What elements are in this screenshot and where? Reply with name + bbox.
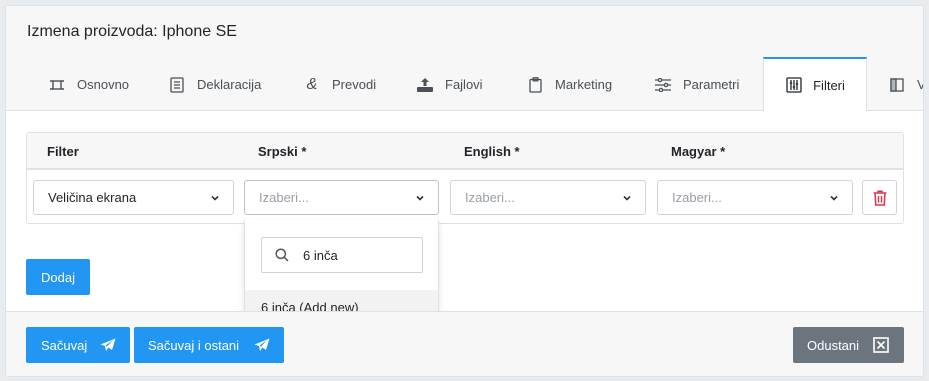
dropdown-search-value: 6 inča [303, 248, 338, 263]
save-button[interactable]: Sačuvaj [26, 327, 130, 363]
column-header-magyar: Magyar * [671, 144, 726, 159]
tab-label: Marketing [555, 77, 613, 92]
filter-select[interactable]: Veličina ekrana [33, 180, 234, 215]
delete-row-button[interactable] [862, 180, 897, 215]
srpski-select-placeholder: Izaberi... [259, 190, 309, 205]
tab-label: V [917, 77, 923, 92]
tab-v[interactable]: V [888, 58, 923, 111]
columns-icon [888, 76, 906, 94]
save-and-stay-button-label: Sačuvaj i ostani [148, 337, 240, 353]
english-select-placeholder: Izaberi... [465, 190, 515, 205]
tab-osnovno[interactable]: Osnovno [48, 58, 129, 111]
dropdown-search-input[interactable]: 6 inča [261, 237, 423, 273]
card-header: Izmena proizvoda: Iphone SE Osnovno Dekl… [6, 6, 923, 111]
add-button-label: Dodaj [41, 269, 75, 285]
column-header-filter: Filter [47, 144, 79, 159]
tab-bar: Osnovno Deklaracija & Prevodi Fajlovi Ma… [6, 57, 923, 111]
card-footer: Sačuvaj Sačuvaj i ostani Odustani [6, 311, 923, 376]
clipboard-icon [526, 76, 544, 94]
upload-tray-icon [416, 76, 434, 94]
column-header-english: English * [464, 144, 520, 159]
save-and-stay-button[interactable]: Sačuvaj i ostani [134, 327, 284, 363]
chevron-down-icon [830, 195, 838, 201]
filter-sliders-icon [785, 76, 803, 94]
english-select[interactable]: Izaberi... [450, 180, 646, 215]
tab-label: Prevodi [332, 77, 377, 92]
magyar-select-placeholder: Izaberi... [672, 190, 722, 205]
cancel-button-label: Odustani [807, 337, 860, 353]
card-body: Filter Srpski * English * Magyar * Velič… [6, 111, 923, 333]
paper-plane-icon [254, 338, 270, 351]
tab-label: Fajlovi [445, 77, 483, 92]
column-header-srpski: Srpski * [258, 144, 307, 159]
chevron-down-icon [416, 195, 424, 201]
close-box-icon [873, 337, 889, 353]
tab-label: Deklaracija [197, 77, 262, 92]
document-list-icon [168, 76, 186, 94]
tab-label: Filteri [813, 77, 845, 93]
filter-select-value: Veličina ekrana [48, 190, 137, 205]
ampersand-icon: & [306, 75, 318, 93]
trash-icon [873, 189, 886, 206]
crop-frame-icon [48, 76, 66, 94]
srpski-select[interactable]: Izaberi... [244, 180, 439, 215]
add-button[interactable]: Dodaj [26, 259, 90, 295]
chevron-down-icon [623, 195, 631, 201]
product-edit-card: Izmena proizvoda: Iphone SE Osnovno Dekl… [5, 5, 924, 377]
tab-deklaracija[interactable]: Deklaracija [168, 58, 261, 111]
save-button-label: Sačuvaj [41, 337, 88, 353]
filters-table: Filter Srpski * English * Magyar * Velič… [26, 132, 904, 224]
tab-parametri[interactable]: Parametri [654, 58, 739, 111]
tab-fajlovi[interactable]: Fajlovi [416, 58, 483, 111]
sliders-icon [654, 76, 672, 94]
page-title: Izmena proizvoda: Iphone SE [27, 23, 237, 40]
tab-marketing[interactable]: Marketing [526, 58, 612, 111]
tab-label: Osnovno [77, 77, 130, 92]
chevron-down-icon [211, 195, 219, 201]
paper-plane-icon [100, 338, 116, 351]
tab-prevodi[interactable]: & Prevodi [303, 58, 376, 111]
table-header: Filter Srpski * English * Magyar * [27, 133, 903, 170]
cancel-button[interactable]: Odustani [793, 327, 904, 363]
magyar-select[interactable]: Izaberi... [657, 180, 853, 215]
search-icon [275, 248, 289, 262]
tab-filteri[interactable]: Filteri [763, 57, 867, 111]
tab-label: Parametri [683, 77, 740, 92]
